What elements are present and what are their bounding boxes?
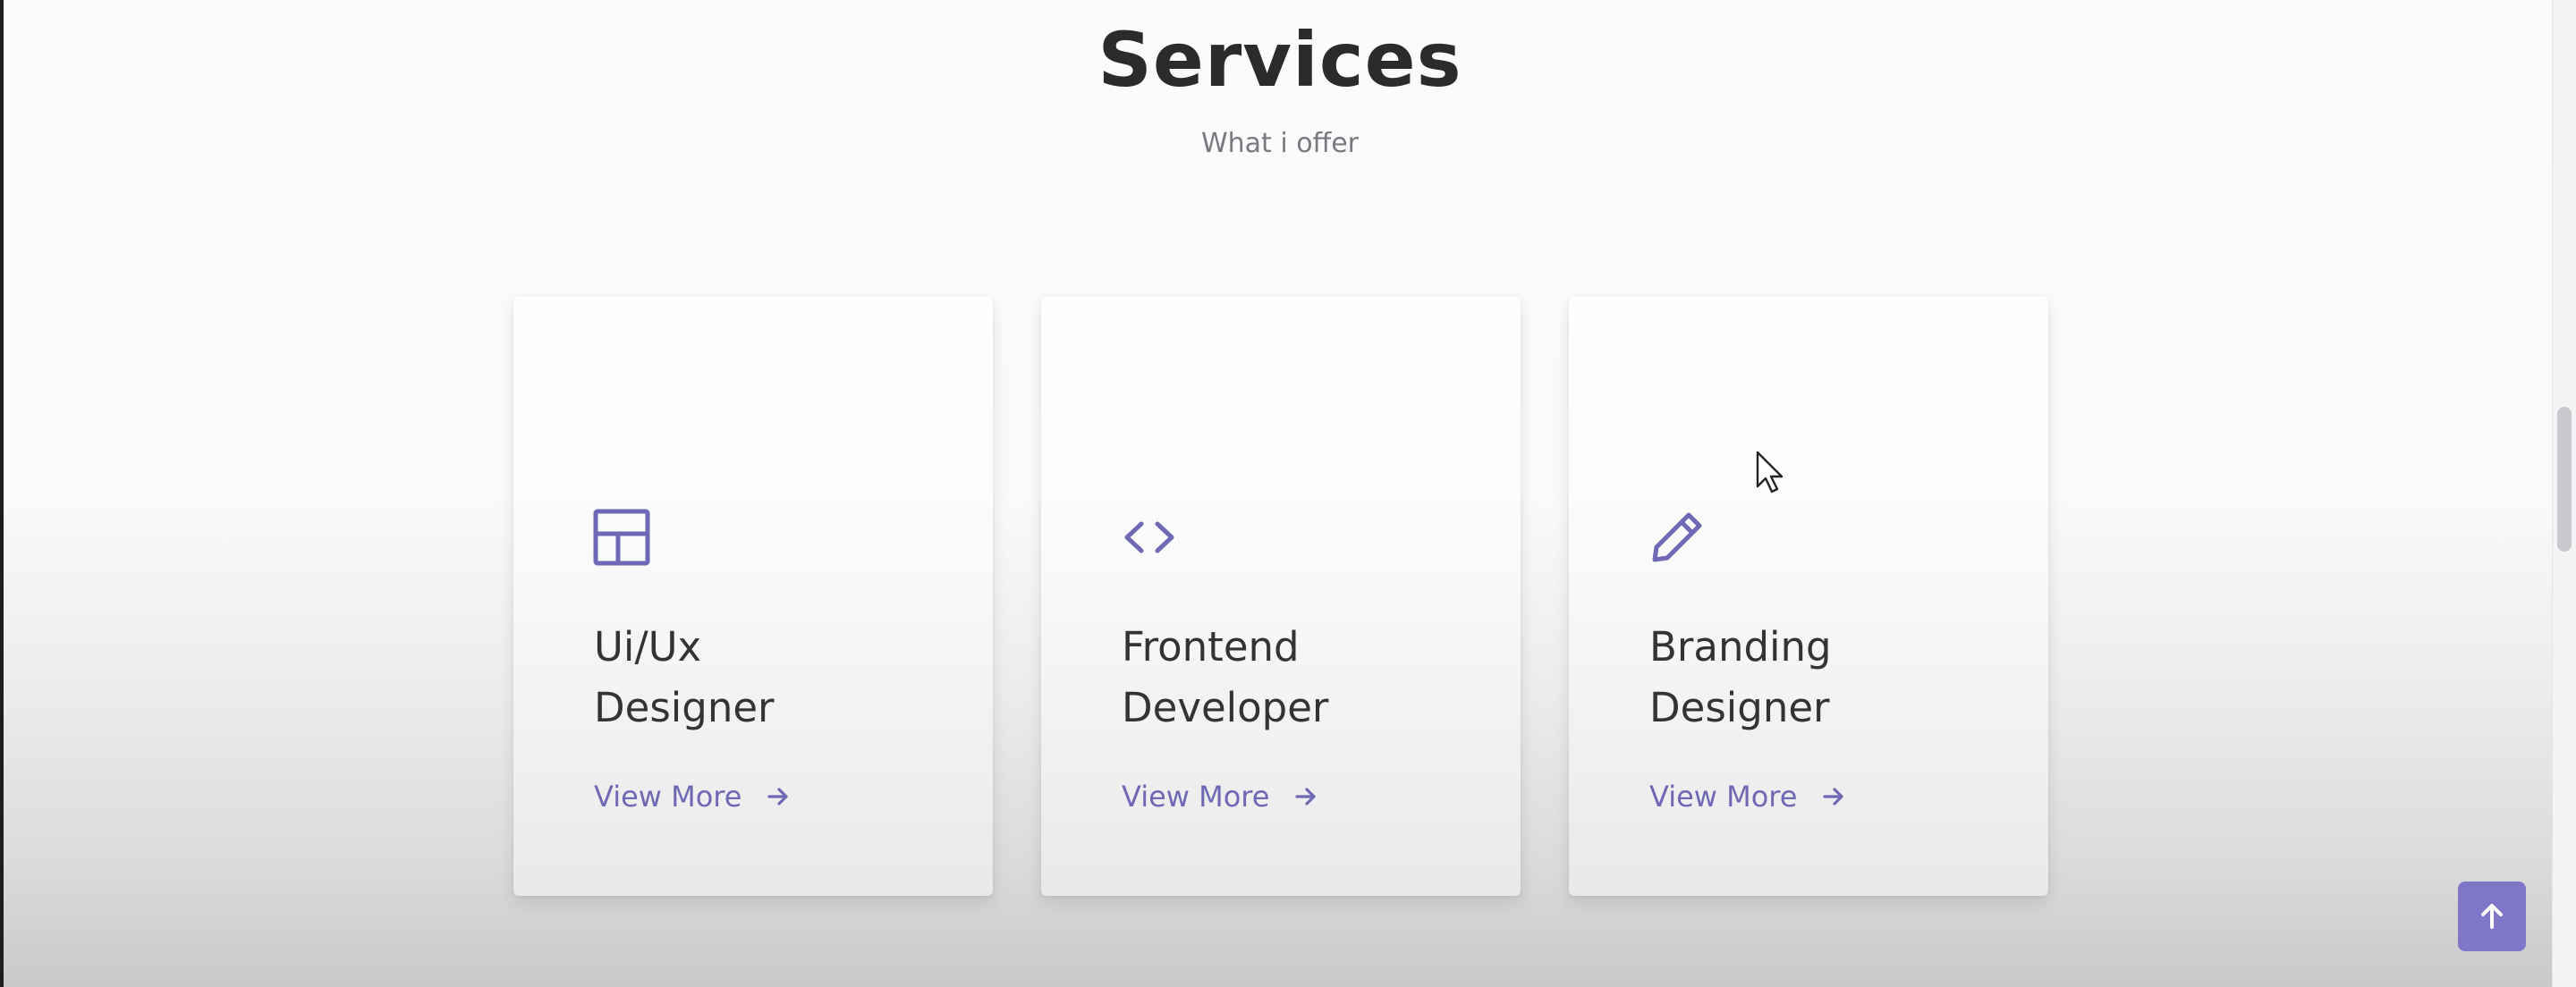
card-title-line: Developer — [1122, 684, 1329, 731]
card-title-line: Frontend — [1122, 623, 1300, 671]
view-more-link[interactable]: View More — [1649, 780, 1847, 814]
code-brackets-icon — [1120, 508, 1179, 567]
pencil-icon — [1648, 508, 1707, 567]
card-title-line: Designer — [594, 684, 775, 731]
service-card-uiux: Ui/Ux Designer View More — [513, 297, 993, 896]
arrow-right-icon — [765, 783, 792, 810]
card-title-line: Branding — [1649, 623, 1832, 671]
card-title-line: Ui/Ux — [594, 623, 702, 671]
service-card-branding: Branding Designer View More — [1569, 297, 2048, 896]
view-more-label: View More — [1649, 780, 1798, 814]
view-more-label: View More — [1122, 780, 1270, 814]
card-title: Branding Designer — [1649, 617, 1989, 738]
card-title-line: Designer — [1649, 684, 1830, 731]
section-subtitle: What i offer — [1200, 128, 1360, 159]
arrow-up-icon — [2476, 900, 2508, 932]
view-more-link[interactable]: View More — [1122, 780, 1319, 814]
scrollbar-thumb[interactable] — [2557, 407, 2572, 552]
view-more-link[interactable]: View More — [594, 780, 792, 814]
layout-grid-icon — [592, 508, 651, 567]
view-more-label: View More — [594, 780, 742, 814]
service-card-frontend: Frontend Developer View More — [1041, 297, 1521, 896]
mouse-cursor-icon — [1755, 451, 1785, 495]
card-title: Ui/Ux Designer — [594, 617, 934, 738]
arrow-right-icon — [1292, 783, 1319, 810]
arrow-right-icon — [1820, 783, 1847, 810]
card-title: Frontend Developer — [1122, 617, 1462, 738]
section-title: Services — [1097, 16, 1462, 104]
scroll-to-top-button[interactable] — [2458, 882, 2526, 951]
